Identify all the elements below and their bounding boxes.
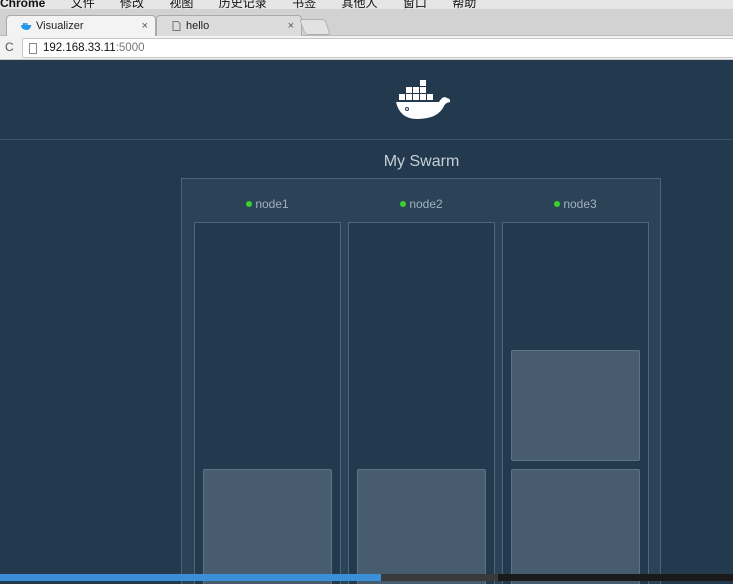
menu-item-people[interactable]: 其他人 [341,0,377,9]
page-icon [172,21,181,31]
reload-icon[interactable]: C [5,40,14,54]
node-column-node1: node1 [194,179,341,584]
task-card[interactable] [203,469,332,584]
browser-toolbar: C 192.168.33.11:5000 [0,36,733,60]
node-name: node3 [563,197,597,211]
swarm-title: My Swarm [383,153,460,170]
node-column-node2: node2 [348,179,495,584]
node-name: node2 [409,197,443,211]
menu-item-bookmarks[interactable]: 书签 [292,0,316,9]
new-tab-button[interactable] [299,19,331,35]
visualizer-page: My Swarm node1 node2 node3 [0,61,733,584]
task-card[interactable] [511,469,640,584]
menu-item-window[interactable]: 窗口 [403,0,427,9]
swarm-panel: node1 node2 node3 [181,178,661,584]
task-card[interactable] [511,350,640,461]
menu-item-view[interactable]: 视图 [169,0,193,9]
menu-item-edit[interactable]: 修改 [120,0,144,9]
os-menu-bar: Chrome 文件 修改 视图 历史记录 书签 其他人 窗口 帮助 [0,0,733,9]
node-box [194,222,341,584]
node-name: node1 [255,197,289,211]
url-host: 192.168.33.11 [43,42,116,54]
close-icon[interactable]: × [142,20,148,32]
node-column-node3: node3 [502,179,649,584]
menu-items: Chrome 文件 修改 视图 历史记录 书签 其他人 窗口 帮助 [0,0,498,9]
task-card[interactable] [357,469,486,584]
loading-progress-bar [0,574,733,581]
menu-item-help[interactable]: 帮助 [452,0,476,9]
progress-fill [0,574,381,581]
close-icon[interactable]: × [288,20,294,32]
tab-strip: Visualizer × hello × [0,9,733,37]
menu-item-app[interactable]: Chrome [0,0,45,9]
page-header [0,61,733,140]
node-box [502,222,649,584]
url-port: :5000 [115,42,145,54]
docker-whale-icon [21,23,32,30]
status-dot [400,201,407,207]
page-icon [29,42,37,54]
tab-visualizer[interactable]: Visualizer × [6,15,156,37]
tab-title: hello [186,20,210,32]
node-label: node2 [348,197,495,211]
docker-whale-icon [396,80,451,119]
node-label: node3 [502,197,649,211]
node-box [348,222,495,584]
menu-item-history[interactable]: 历史记录 [219,0,267,9]
tab-hello[interactable]: hello × [156,15,302,37]
status-dot [554,201,561,207]
progress-remainder [381,574,498,581]
address-bar[interactable]: 192.168.33.11:5000 [22,38,733,58]
node-label: node1 [194,197,341,211]
status-dot [246,201,253,207]
tab-title: Visualizer [36,20,84,32]
menu-item-file[interactable]: 文件 [71,0,95,9]
